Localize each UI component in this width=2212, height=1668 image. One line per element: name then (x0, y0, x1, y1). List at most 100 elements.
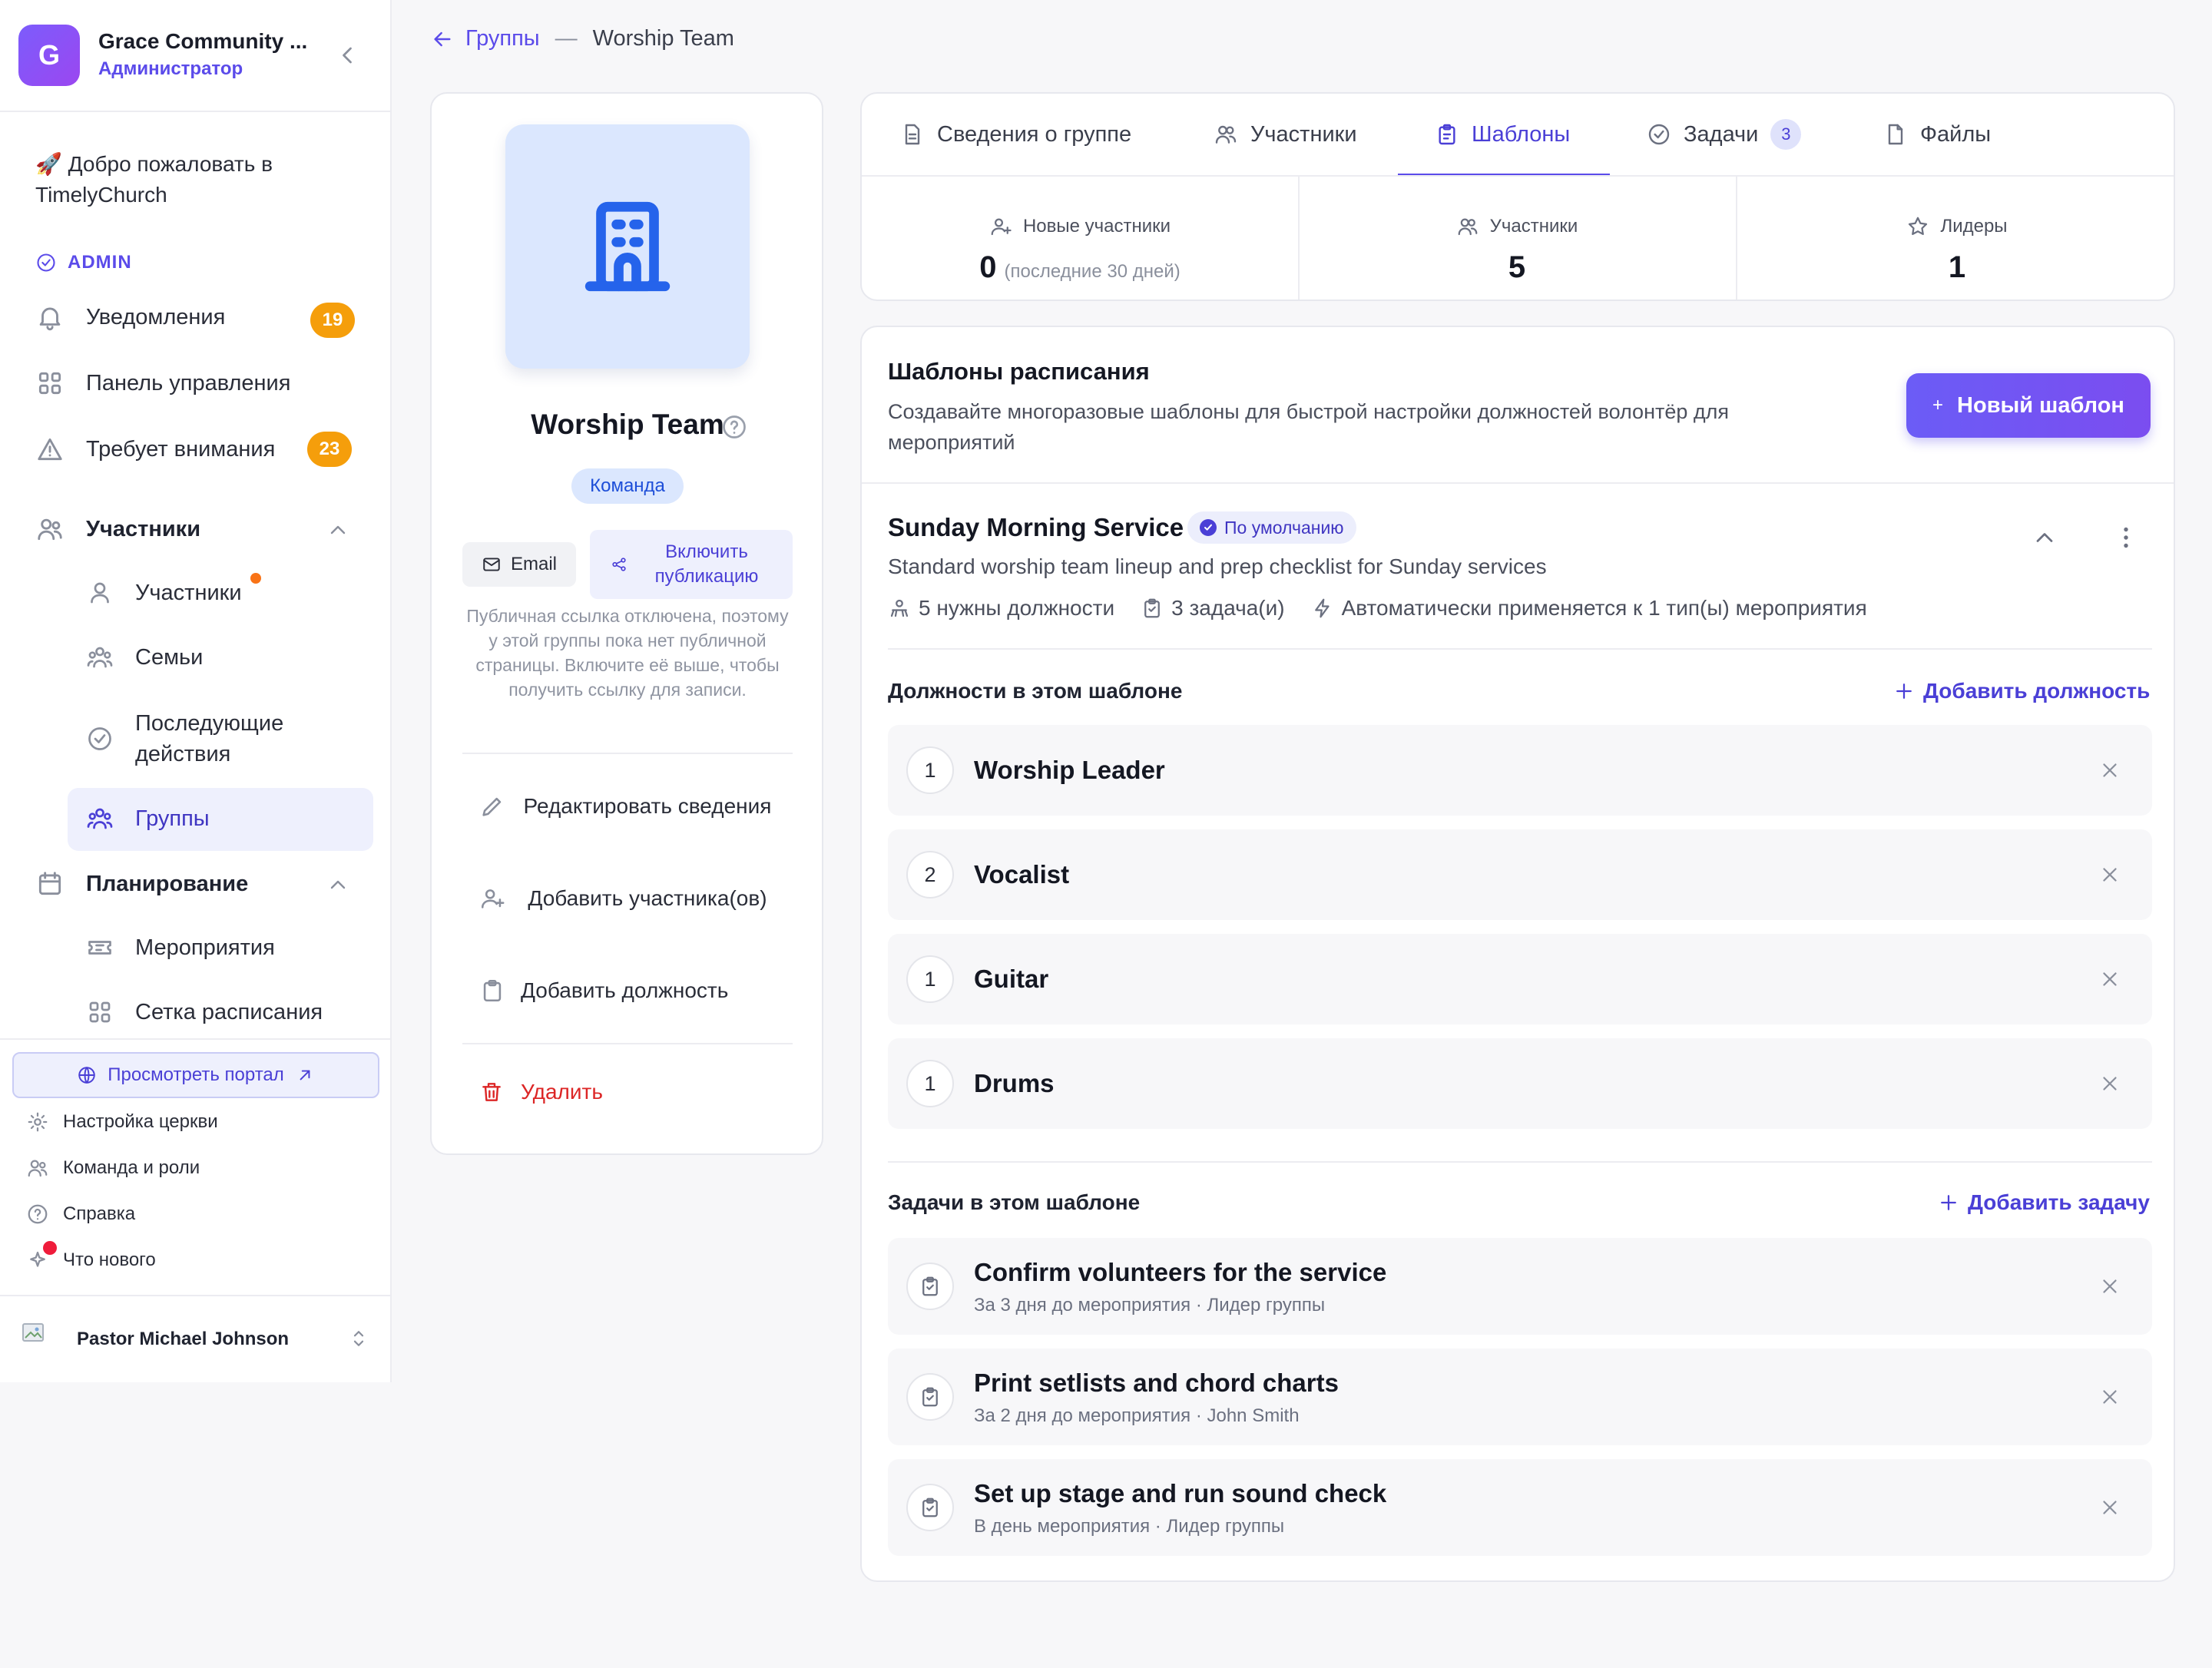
close-icon[interactable] (2098, 759, 2121, 782)
sidebar-item-followups[interactable]: Последующие действия (86, 708, 320, 769)
check-icon (1204, 524, 1212, 531)
new-template-button[interactable]: + Новый шаблон (1906, 373, 2151, 438)
chevron-up-icon[interactable] (326, 518, 350, 542)
document-icon (905, 124, 920, 145)
chevron-left-icon[interactable] (333, 41, 361, 69)
delete-group-button[interactable]: Удалить (479, 1080, 603, 1104)
default-badge-label: По умолчанию (1224, 517, 1344, 538)
avatar[interactable] (22, 1322, 52, 1359)
user-name[interactable]: Pastor Michael Johnson (77, 1329, 289, 1350)
more-vertical-icon[interactable] (2112, 524, 2140, 551)
tab-label: Файлы (1920, 121, 1992, 147)
position-row[interactable]: 1 Drums (888, 1038, 2152, 1129)
sidebar-item-label: Сетка расписания (135, 999, 323, 1024)
org-header[interactable]: G Grace Community ... Администратор (0, 0, 390, 112)
groups-icon (87, 808, 113, 829)
stat-new-members: Новые участники 0 (последние 30 дней) (862, 177, 1298, 300)
stat-header: Новые участники (862, 215, 1298, 238)
divider (888, 1161, 2152, 1163)
close-icon[interactable] (2098, 1385, 2121, 1408)
file-icon (1888, 124, 1903, 145)
clipboard-icon (483, 979, 502, 1002)
sidebar-item-events[interactable]: Мероприятия (86, 934, 275, 961)
email-button[interactable]: Email (462, 542, 576, 587)
view-portal-button[interactable]: Просмотреть портал (12, 1052, 379, 1098)
template-name[interactable]: Sunday Morning Service (888, 513, 1184, 542)
task-row[interactable]: Set up stage and run sound check В день … (888, 1459, 2152, 1556)
position-count: 1 (906, 955, 954, 1003)
template-meta: 5 нужны должности 3 задача(и) Автоматиче… (888, 596, 1893, 621)
building-icon (584, 201, 671, 292)
tab-group-details[interactable]: Сведения о группе (900, 94, 1131, 175)
help-icon[interactable] (720, 413, 748, 441)
chevron-up-icon[interactable] (2031, 524, 2058, 551)
user-plus-icon (991, 218, 1012, 236)
tasks-count-badge: 3 (1770, 119, 1802, 150)
add-position-button[interactable]: Добавить должность (1892, 679, 2150, 703)
chevron-updown-icon[interactable] (347, 1327, 370, 1350)
position-row[interactable]: 1 Worship Leader (888, 725, 2152, 816)
gear-icon (28, 1112, 48, 1132)
enable-publish-button[interactable]: Включить публикацию (590, 530, 793, 599)
task-row[interactable]: Confirm volunteers for the service За 3 … (888, 1238, 2152, 1335)
group-profile-card: Worship Team Команда Email Включить публ… (430, 92, 823, 1155)
position-name: Drums (974, 1069, 1055, 1097)
task-row[interactable]: Print setlists and chord charts За 2 дня… (888, 1349, 2152, 1445)
task-name: Set up stage and run sound check (974, 1479, 1387, 1507)
tab-members[interactable]: Участники (1214, 94, 1357, 175)
chevron-up-icon[interactable] (326, 872, 350, 897)
help-icon (28, 1204, 48, 1224)
sidebar-item-attention[interactable]: Требует внимания (35, 435, 275, 464)
breadcrumb: Группы — Worship Team (430, 26, 734, 51)
view-portal-label: Просмотреть портал (108, 1064, 284, 1085)
sidebar-item-label: Группы (135, 806, 210, 831)
position-row[interactable]: 2 Vocalist (888, 829, 2152, 920)
add-role-button[interactable]: Добавить должность (462, 975, 793, 1006)
tab-files[interactable]: Файлы (1883, 94, 1991, 175)
sidebar-section-members[interactable]: Участники (35, 515, 200, 544)
sidebar-item-members[interactable]: Участники (86, 579, 242, 607)
sidebar-section-planning[interactable]: Планирование (35, 869, 248, 899)
section-label: Планирование (86, 871, 249, 896)
tab-label: Участники (1250, 121, 1357, 147)
clipboard-check-icon (922, 1276, 938, 1296)
close-icon[interactable] (2098, 863, 2121, 886)
sidebar-item-schedule-grid[interactable]: Сетка расписания (86, 998, 323, 1026)
admin-section-label: ADMIN (35, 252, 132, 273)
team-icon (28, 1160, 48, 1177)
calendar-icon (38, 872, 61, 895)
close-icon[interactable] (2098, 1496, 2121, 1519)
enable-publish-label: Включить публикацию (654, 541, 759, 587)
breadcrumb-separator: — (555, 26, 578, 51)
close-icon[interactable] (2098, 968, 2121, 991)
close-icon[interactable] (2098, 1275, 2121, 1298)
add-task-button[interactable]: Добавить задачу (1937, 1190, 2150, 1215)
group-name: Worship Team (531, 409, 724, 440)
position-row[interactable]: 1 Guitar (888, 934, 2152, 1024)
sidebar-item-team-roles[interactable]: Команда и роли (26, 1157, 200, 1180)
sidebar-item-dashboard[interactable]: Панель управления (35, 369, 290, 398)
email-button-label: Email (510, 554, 557, 574)
footer-item-label: Настройка церкви (63, 1111, 218, 1132)
sidebar-item-groups[interactable]: Группы (86, 805, 210, 832)
clipboard-icon (1439, 124, 1455, 145)
tab-templates[interactable]: Шаблоны (1435, 94, 1570, 175)
sidebar-item-church-settings[interactable]: Настройка церкви (26, 1110, 218, 1134)
breadcrumb-back-link[interactable]: Группы (430, 26, 540, 51)
sidebar-item-help[interactable]: Справка (26, 1203, 135, 1226)
stat-label: Лидеры (1940, 216, 2008, 237)
sidebar-item-label: Уведомления (86, 304, 226, 329)
lightning-icon (1314, 598, 1330, 618)
task-name: Confirm volunteers for the service (974, 1258, 1387, 1286)
sidebar-item-families[interactable]: Семьи (86, 644, 203, 671)
templates-description: Создавайте многоразовые шаблоны для быст… (888, 400, 1730, 454)
clipboard-check-icon (922, 1498, 938, 1517)
users-icon (1215, 125, 1237, 144)
sidebar-item-notifications[interactable]: Уведомления (35, 303, 225, 332)
welcome-link[interactable]: 🚀 Добро пожаловать в TimelyChurch (35, 149, 358, 210)
admin-label: ADMIN (68, 252, 132, 273)
edit-details-button[interactable]: Редактировать сведения (462, 791, 793, 822)
tab-tasks[interactable]: Задачи 3 (1647, 94, 1802, 175)
close-icon[interactable] (2098, 1072, 2121, 1095)
add-members-button[interactable]: Добавить участника(ов) (462, 883, 793, 914)
